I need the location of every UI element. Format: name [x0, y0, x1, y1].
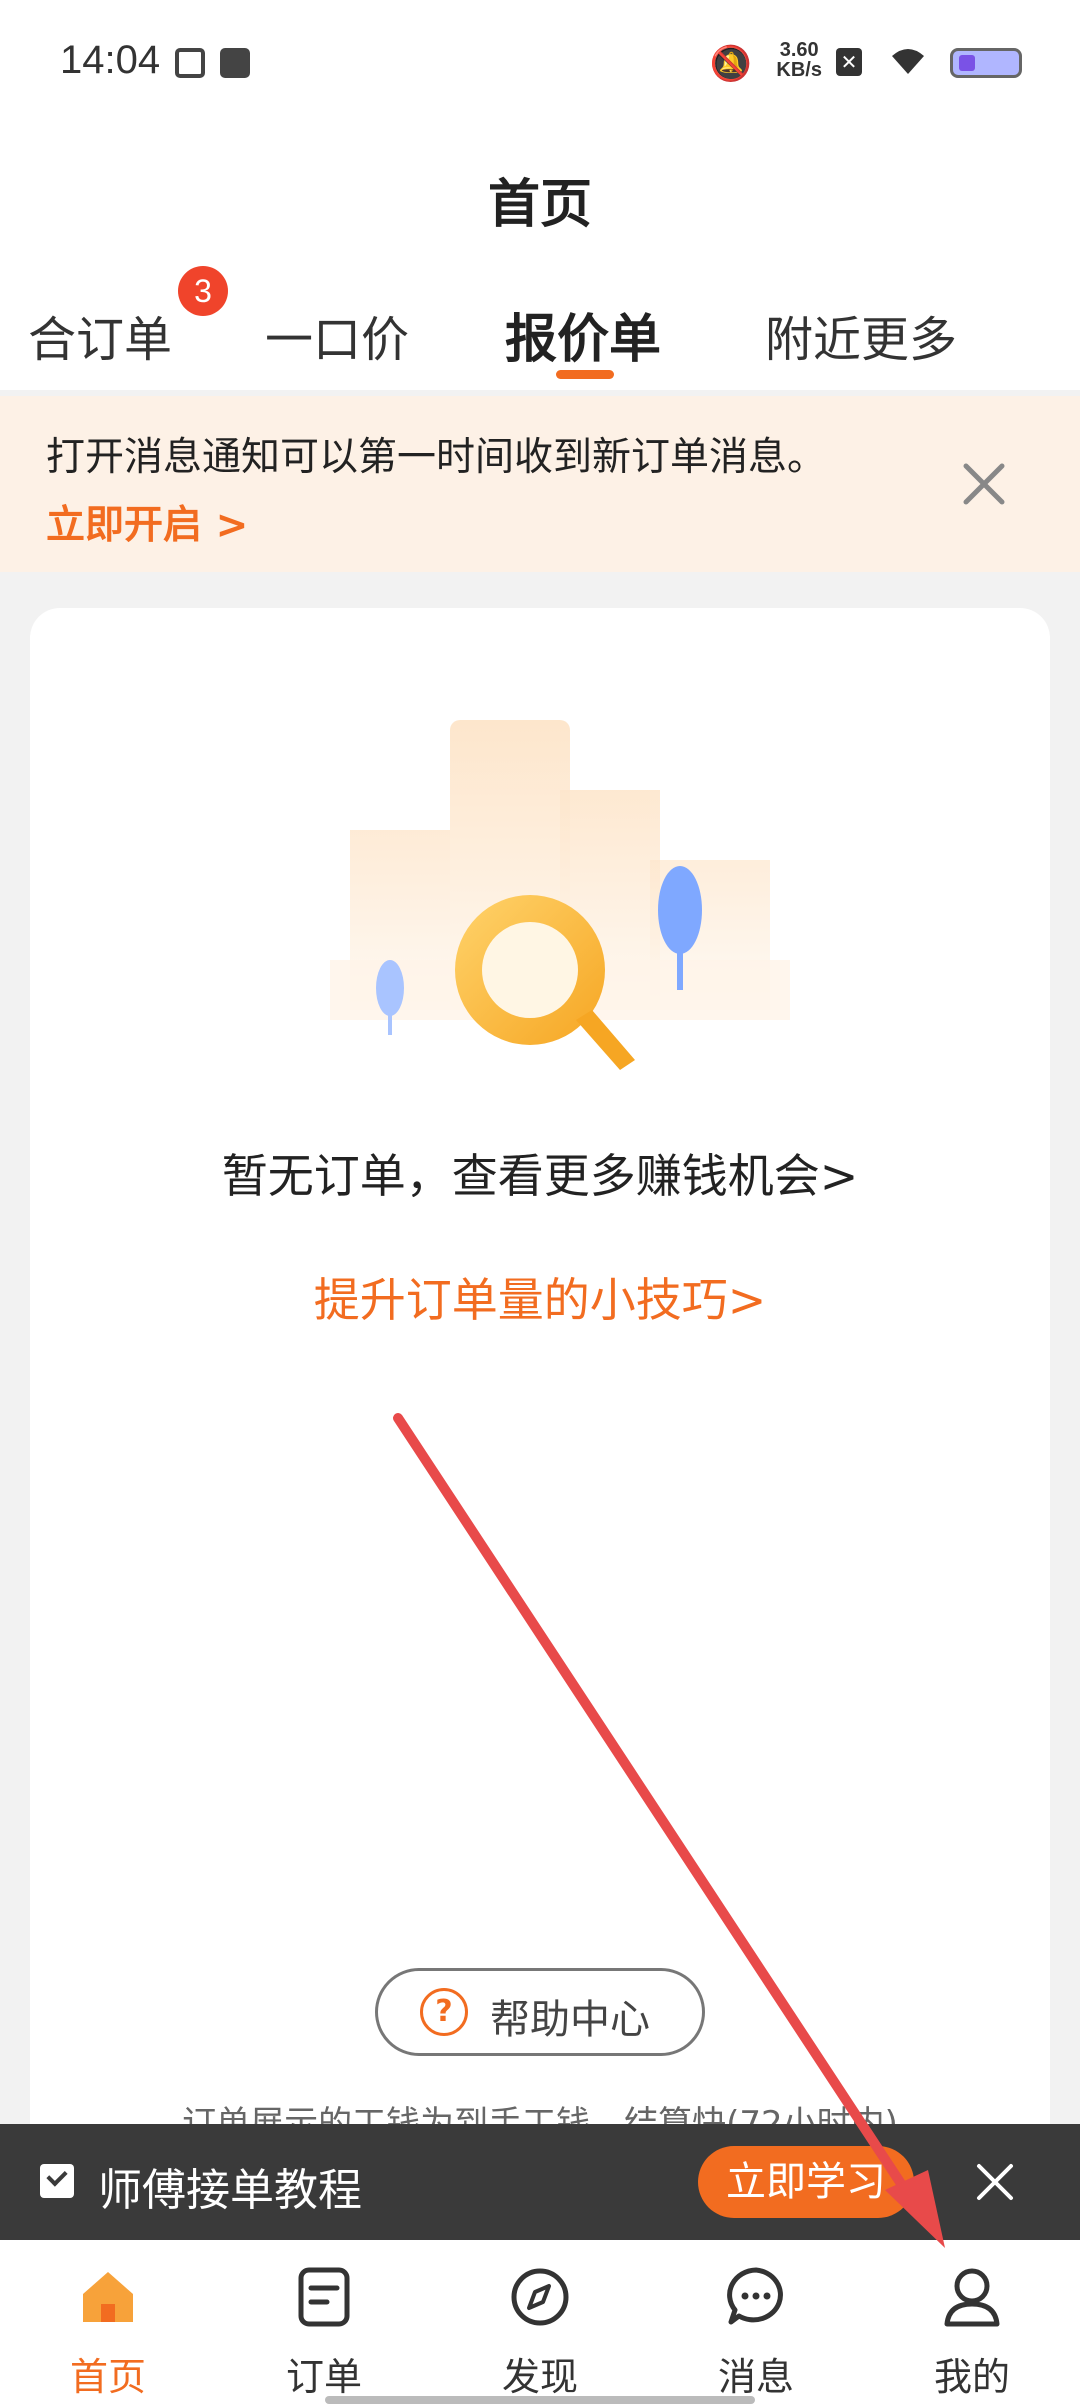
- app-notification-icon: [175, 48, 205, 78]
- status-time: 14:04: [60, 38, 161, 82]
- x-icon: ✕: [836, 48, 862, 76]
- home-icon: [83, 2272, 133, 2322]
- active-tab-indicator: [556, 370, 614, 379]
- tab-label: 合订单: [28, 312, 173, 368]
- nav-label: 发现: [501, 2355, 578, 2399]
- tutorial-label: 师傅接单教程: [98, 2165, 362, 2216]
- battery-icon: [950, 48, 1022, 78]
- network-speed-value: 3.60: [779, 39, 819, 61]
- mute-bell-icon: 🔕: [709, 44, 752, 84]
- nav-label: 首页: [69, 2355, 146, 2399]
- empty-orders-link[interactable]: 暂无订单，查看更多赚钱机会>: [0, 1140, 1080, 1206]
- tab-combined-orders[interactable]: 合订单 3: [28, 266, 228, 370]
- close-icon[interactable]: [975, 2162, 1015, 2202]
- app-notification-icon-2: [220, 48, 250, 78]
- profile-icon: [944, 2268, 1000, 2327]
- tab-badge: 3: [178, 266, 228, 316]
- question-icon: ?: [420, 1988, 468, 2036]
- status-bar: 14:04 🔕 3.60 KB/s ✕: [0, 0, 1080, 120]
- order-tabs: 合订单 3 一口价 报价单 附近更多: [0, 266, 1080, 390]
- compass-icon: [511, 2268, 569, 2326]
- tab-fixed-price[interactable]: 一口价: [265, 300, 409, 370]
- page-title: 首页: [487, 175, 592, 235]
- network-speed-unit: KB/s: [776, 59, 822, 81]
- help-center-label: 帮助中心: [490, 1997, 650, 2043]
- notification-banner: 打开消息通知可以第一时间收到新订单消息。 立即开启 >: [0, 396, 1080, 572]
- close-icon[interactable]: [954, 454, 1014, 514]
- nav-item-orders[interactable]: 订单: [216, 2240, 432, 2408]
- nav-item-discover[interactable]: 发现: [432, 2240, 648, 2408]
- order-icon: [298, 2267, 350, 2327]
- tab-nearby-more[interactable]: 附近更多: [765, 300, 957, 370]
- nav-label: 我的: [933, 2355, 1010, 2399]
- message-icon: [727, 2267, 783, 2325]
- help-center-button[interactable]: ? 帮助中心: [375, 1968, 705, 2056]
- nav-item-home[interactable]: 首页: [0, 2240, 216, 2408]
- network-speed: 3.60 KB/s: [776, 40, 822, 80]
- notice-text: 打开消息通知可以第一时间收到新订单消息。: [46, 435, 827, 480]
- tutorial-check-icon: [40, 2164, 74, 2198]
- enable-notification-link[interactable]: 立即开启 >: [46, 494, 248, 550]
- nav-label: 消息: [717, 2355, 794, 2399]
- nav-item-profile[interactable]: 我的: [864, 2240, 1080, 2408]
- learn-now-button[interactable]: 立即学习: [698, 2146, 914, 2218]
- tutorial-bar: 师傅接单教程 立即学习: [0, 2124, 1080, 2240]
- nav-label: 订单: [285, 2355, 362, 2399]
- nav-item-messages[interactable]: 消息: [648, 2240, 864, 2408]
- bottom-navigation: 首页 订单 发现 消息 我的: [0, 2240, 1080, 2408]
- wifi-icon: [888, 44, 928, 87]
- empty-search-illustration: [330, 720, 790, 1070]
- home-indicator[interactable]: [325, 2396, 755, 2404]
- header: 首页 合订单 3 一口价 报价单 附近更多: [0, 120, 1080, 390]
- tab-quotation[interactable]: 报价单: [505, 297, 661, 372]
- order-tips-link[interactable]: 提升订单量的小技巧>: [0, 1264, 1080, 1330]
